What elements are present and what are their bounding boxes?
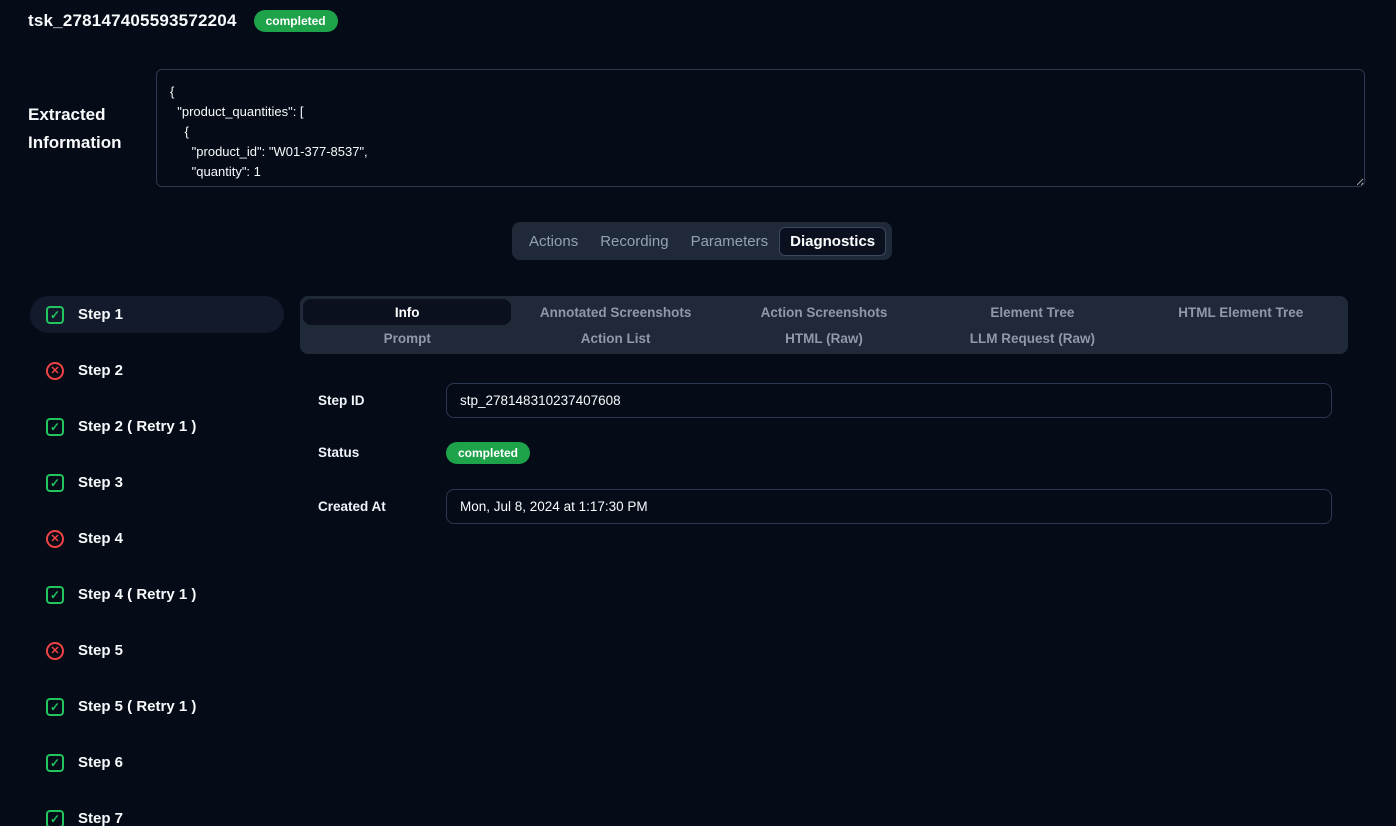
check-square-icon: ✓ [46,698,64,716]
tab-actions[interactable]: Actions [518,227,589,256]
main-tabs: ActionsRecordingParametersDiagnostics [512,222,892,260]
subtab-action-list[interactable]: Action List [511,325,719,351]
step-label: Step 3 [78,474,123,491]
step-label: Step 4 [78,530,123,547]
tab-parameters[interactable]: Parameters [680,227,780,256]
sidebar-item-step-7[interactable]: ✓ Step 7 [30,800,284,826]
check-square-icon: ✓ [46,474,64,492]
check-square-icon: ✓ [46,810,64,826]
check-square-icon: ✓ [46,586,64,604]
sidebar-item-step-6[interactable]: ✓ Step 6 [30,744,284,781]
subtab-llm-request-raw[interactable]: LLM Request (Raw) [928,325,1136,351]
extracted-information-label: Extracted Information [28,101,146,157]
sidebar-item-step-2[interactable]: ✕ Step 2 [30,352,284,389]
subtab-element-tree[interactable]: Element Tree [928,299,1136,325]
created-at-input[interactable] [446,489,1332,524]
sidebar-item-step-1[interactable]: ✓ Step 1 [30,296,284,333]
subtab-action-screenshots[interactable]: Action Screenshots [720,299,928,325]
created-at-label: Created At [318,489,386,524]
step-label: Step 2 [78,362,123,379]
page-title: tsk_278147405593572204 [28,11,237,31]
steps-sidebar: ✓ Step 1 ✕ Step 2 ✓ Step 2 ( Retry 1 ) ✓ Step 3… [30,296,284,826]
extracted-information-textarea[interactable]: { "product_quantities": [ { "product_id"… [156,69,1365,187]
sidebar-item-step-2-retry-1[interactable]: ✓ Step 2 ( Retry 1 ) [30,408,284,445]
step-label: Step 6 [78,754,123,771]
x-circle-icon: ✕ [46,642,64,660]
subtab-html-raw[interactable]: HTML (Raw) [720,325,928,351]
sidebar-item-step-4-retry-1[interactable]: ✓ Step 4 ( Retry 1 ) [30,576,284,613]
step-id-label: Step ID [318,383,365,418]
x-circle-icon: ✕ [46,530,64,548]
header: tsk_278147405593572204 completed [28,10,338,32]
status-label: Status [318,442,359,464]
app-root: tsk_278147405593572204 completed Extract… [0,0,1396,826]
x-circle-icon: ✕ [46,362,64,380]
subtab-prompt[interactable]: Prompt [303,325,511,351]
sidebar-item-step-4[interactable]: ✕ Step 4 [30,520,284,557]
step-status-badge: completed [446,442,530,464]
task-status-badge: completed [254,10,338,32]
subtab-info[interactable]: Info [303,299,511,325]
step-label: Step 7 [78,810,123,826]
step-label: Step 4 ( Retry 1 ) [78,586,196,603]
tab-diagnostics[interactable]: Diagnostics [779,227,886,256]
tab-recording[interactable]: Recording [589,227,679,256]
step-label: Step 1 [78,306,123,323]
subtab-annotated-screenshots[interactable]: Annotated Screenshots [511,299,719,325]
sub-tabs: InfoAnnotated ScreenshotsAction Screensh… [300,296,1348,354]
step-label: Step 5 [78,642,123,659]
sidebar-item-step-5[interactable]: ✕ Step 5 [30,632,284,669]
step-label: Step 2 ( Retry 1 ) [78,418,196,435]
step-id-input[interactable] [446,383,1332,418]
subtab-html-element-tree[interactable]: HTML Element Tree [1137,299,1345,325]
step-label: Step 5 ( Retry 1 ) [78,698,196,715]
sidebar-item-step-5-retry-1[interactable]: ✓ Step 5 ( Retry 1 ) [30,688,284,725]
check-square-icon: ✓ [46,306,64,324]
sidebar-item-step-3[interactable]: ✓ Step 3 [30,464,284,501]
check-square-icon: ✓ [46,754,64,772]
check-square-icon: ✓ [46,418,64,436]
